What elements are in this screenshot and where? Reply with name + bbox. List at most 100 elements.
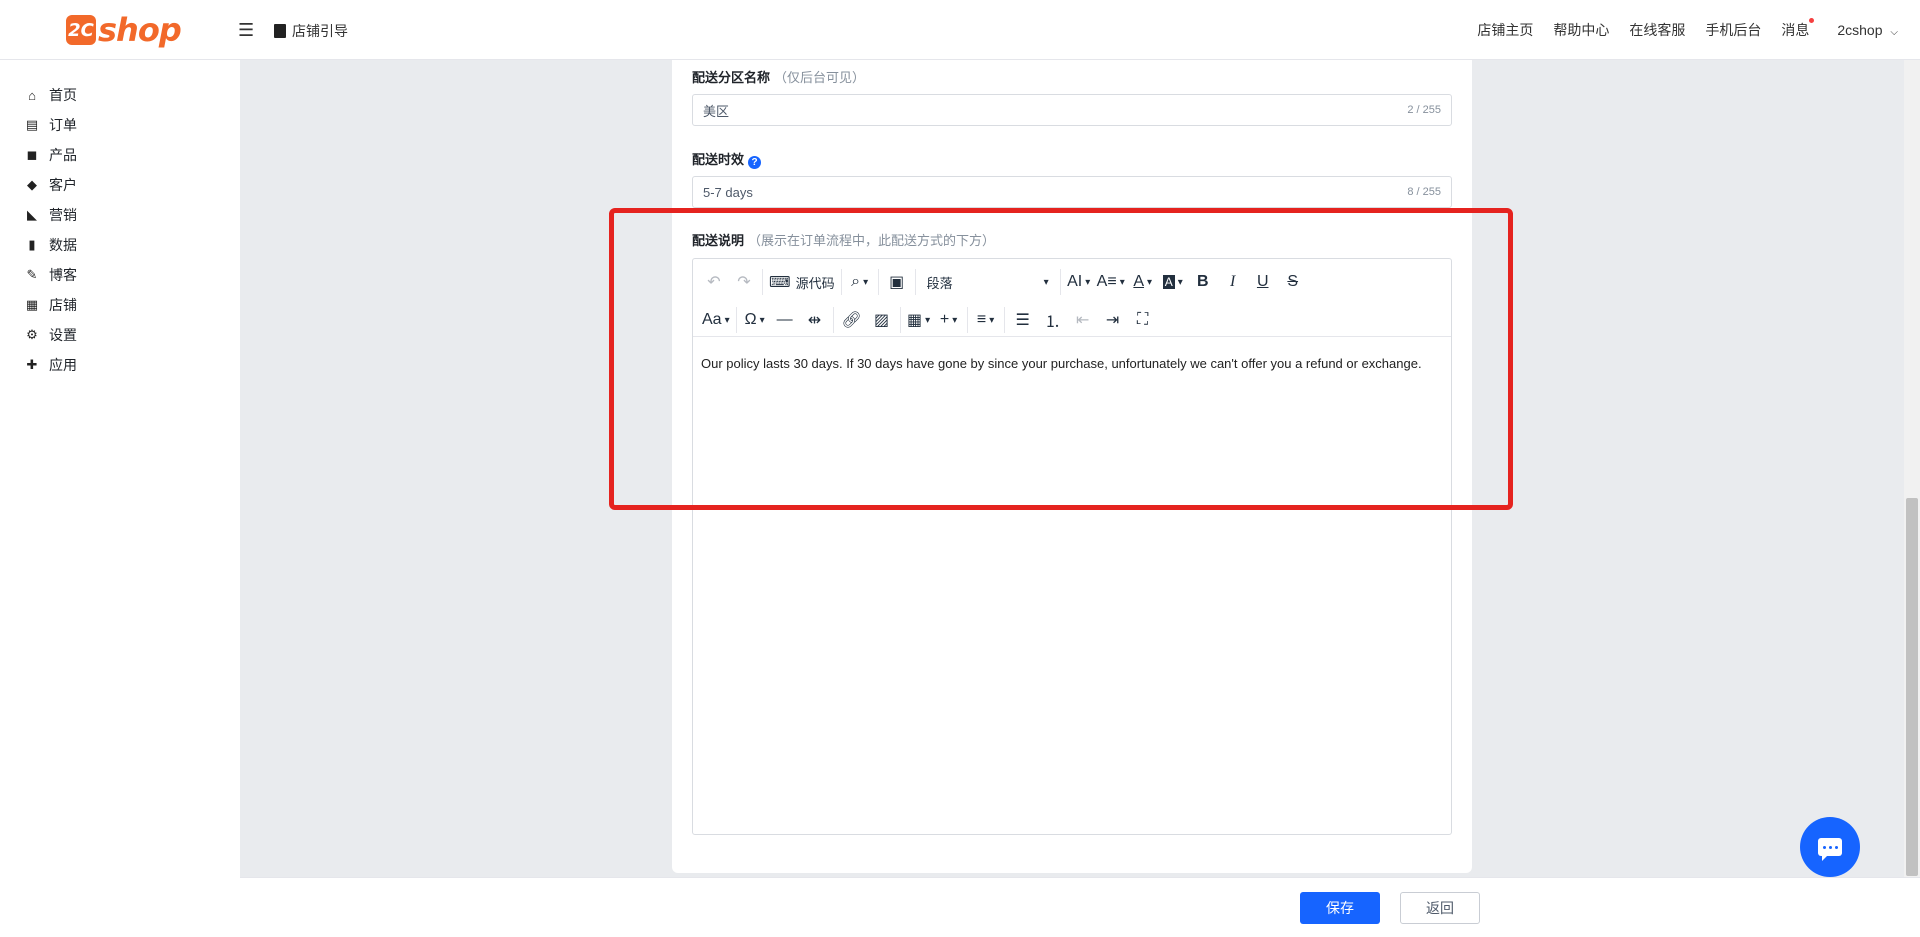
table-button[interactable]: ▦ ▾ xyxy=(904,306,934,334)
toolbar-separator xyxy=(899,307,901,333)
sidebar-item-store[interactable]: ▦ 店铺 xyxy=(0,290,240,320)
toolbar-separator xyxy=(840,269,842,295)
tag-icon: ◣ xyxy=(27,207,37,222)
paragraph-format-select[interactable]: 段落 ▾ xyxy=(919,268,1057,296)
help-icon[interactable]: ? xyxy=(748,156,762,169)
outdent-icon[interactable]: ⇤ xyxy=(1068,306,1098,334)
chat-button[interactable] xyxy=(1800,817,1860,877)
user-name: 2cshop xyxy=(1837,22,1883,38)
sidebar-item-marketing[interactable]: ◣ 营销 xyxy=(0,200,240,230)
numbered-list-icon[interactable]: ⒈ xyxy=(1038,306,1068,334)
description-hint: （展示在订单流程中，此配送方式的下方） xyxy=(748,233,996,248)
sidebar-item-label: 客户 xyxy=(49,177,77,193)
align-button[interactable]: ≡ ▾ xyxy=(971,306,1001,334)
paragraph-format-value: 段落 xyxy=(926,275,953,291)
chevron-down-icon: ▾ xyxy=(1085,276,1091,288)
nav-messages[interactable]: 消息 xyxy=(1781,18,1815,40)
unread-dot xyxy=(1809,18,1815,23)
font-size-icon: AI xyxy=(1067,273,1083,290)
toolbar-separator xyxy=(1059,269,1061,295)
toolbar-separator xyxy=(735,307,737,333)
zone-name-input[interactable]: 美区 2 / 255 xyxy=(692,94,1452,126)
menu-toggle-icon[interactable]: ☰ xyxy=(238,20,254,41)
strikethrough-icon[interactable]: S xyxy=(1278,268,1308,296)
bag-icon: ◼ xyxy=(26,147,38,162)
sidebar-item-apps[interactable]: ✚ 应用 xyxy=(0,350,240,380)
sidebar-item-orders[interactable]: ▤ 订单 xyxy=(0,110,240,140)
sidebar-item-data[interactable]: ▮ 数据 xyxy=(0,230,240,260)
sidebar-item-customers[interactable]: ◆ 客户 xyxy=(0,170,240,200)
align-left-icon: ≡ xyxy=(976,311,987,328)
store-guide-link[interactable]: 店铺引导 xyxy=(274,21,348,41)
delivery-time-input[interactable]: 5-7 days 8 / 255 xyxy=(692,176,1452,208)
sidebar-item-label: 设置 xyxy=(49,327,77,343)
sidebar-item-label: 首页 xyxy=(49,87,77,103)
chevron-down-icon: ▾ xyxy=(1119,276,1125,288)
user-menu[interactable]: 2cshop ⌵ xyxy=(1837,22,1898,38)
delivery-time-value: 5-7 days xyxy=(703,184,753,200)
chevron-down-icon: ▾ xyxy=(1043,276,1049,288)
logo-mark: 2C xyxy=(66,15,96,45)
bar-chart-icon: ▮ xyxy=(28,237,36,252)
sidebar-item-label: 博客 xyxy=(49,267,77,283)
sidebar-item-label: 营销 xyxy=(49,207,77,223)
nav-online-service[interactable]: 在线客服 xyxy=(1629,20,1685,40)
bullet-list-icon[interactable]: ☰ xyxy=(1008,306,1038,334)
page-break-icon[interactable]: ⇹ xyxy=(800,306,830,334)
toolbar-row-2: Aa ▾ Ω ▾ — ⇹ 🔗︎ ▨ ▦ ▾ + ▾ ≡ ▾ ☰ ⒈ ⇤ ⇥ ⛶ xyxy=(699,301,1445,339)
logo[interactable]: 2C shop xyxy=(66,10,182,50)
horizontal-line-icon[interactable]: — xyxy=(770,306,800,334)
undo-icon[interactable]: ↶ xyxy=(699,268,729,296)
source-code-label: 源代码 xyxy=(795,275,835,291)
special-char-button[interactable]: Ω ▾ xyxy=(740,306,770,334)
find-replace-button[interactable]: ⌕ ▾ xyxy=(845,268,875,296)
description-label-text: 配送说明 xyxy=(692,233,745,248)
font-family-button[interactable]: Aa ▾ xyxy=(699,306,733,334)
nav-mobile-admin[interactable]: 手机后台 xyxy=(1705,20,1761,40)
sidebar-item-blog[interactable]: ✎ 博客 xyxy=(0,260,240,290)
redo-icon[interactable]: ↷ xyxy=(729,268,759,296)
nav-store-home[interactable]: 店铺主页 xyxy=(1477,20,1533,40)
sidebar-item-settings[interactable]: ⚙ 设置 xyxy=(0,320,240,350)
image-icon[interactable]: ▨ xyxy=(867,306,897,334)
toolbar-separator xyxy=(966,307,968,333)
font-family-icon: Aa xyxy=(702,311,722,328)
editor-content[interactable]: Our policy lasts 30 days. If 30 days hav… xyxy=(693,337,1451,391)
toolbar-separator xyxy=(1003,307,1005,333)
select-all-icon[interactable]: ▣ xyxy=(882,268,912,296)
toolbar-separator xyxy=(762,269,763,295)
sidebar-item-home[interactable]: ⌂ 首页 xyxy=(0,80,240,110)
logo-word: shop xyxy=(98,11,182,49)
scrollbar-thumb[interactable] xyxy=(1906,498,1918,876)
text-color-icon: A xyxy=(1133,273,1145,290)
text-color-button[interactable]: A ▾ xyxy=(1128,268,1158,296)
underline-icon[interactable]: U xyxy=(1248,268,1278,296)
shipping-zone-form: 配送分区名称 （仅后台可见） 美区 2 / 255 配送时效? 5-7 days … xyxy=(672,60,1472,873)
footer-action-bar: 保存 返回 xyxy=(240,877,1920,937)
fullscreen-icon[interactable]: ⛶ xyxy=(1128,306,1158,334)
nav-help-center[interactable]: 帮助中心 xyxy=(1553,20,1609,40)
link-icon[interactable]: 🔗︎ xyxy=(837,306,867,334)
line-height-button[interactable]: A≡ ▾ xyxy=(1094,268,1128,296)
back-button[interactable]: 返回 xyxy=(1400,892,1480,924)
edit-icon: ✎ xyxy=(26,267,38,282)
nav-messages-label: 消息 xyxy=(1781,22,1810,38)
background-color-button[interactable]: A ▾ xyxy=(1158,268,1188,296)
store-icon: ▦ xyxy=(25,297,39,312)
bold-icon[interactable]: B xyxy=(1188,268,1218,296)
clipboard-icon: ▤ xyxy=(25,117,39,132)
source-code-button[interactable]: ⌨ 源代码 xyxy=(766,268,838,296)
chevron-down-icon: ▾ xyxy=(724,314,730,326)
sidebar-item-label: 订单 xyxy=(49,117,77,133)
font-size-button[interactable]: AI ▾ xyxy=(1064,268,1094,296)
insert-button[interactable]: + ▾ xyxy=(934,306,964,334)
sidebar-item-products[interactable]: ◼ 产品 xyxy=(0,140,240,170)
indent-icon[interactable]: ⇥ xyxy=(1098,306,1128,334)
search-icon: ⌕ xyxy=(851,273,861,290)
delivery-time-count: 8 / 255 xyxy=(1407,186,1441,198)
italic-icon[interactable]: I xyxy=(1218,268,1248,296)
puzzle-icon: ✚ xyxy=(26,357,38,372)
table-icon: ▦ xyxy=(907,312,923,329)
chevron-down-icon: ▾ xyxy=(989,314,995,326)
save-button[interactable]: 保存 xyxy=(1300,892,1380,924)
